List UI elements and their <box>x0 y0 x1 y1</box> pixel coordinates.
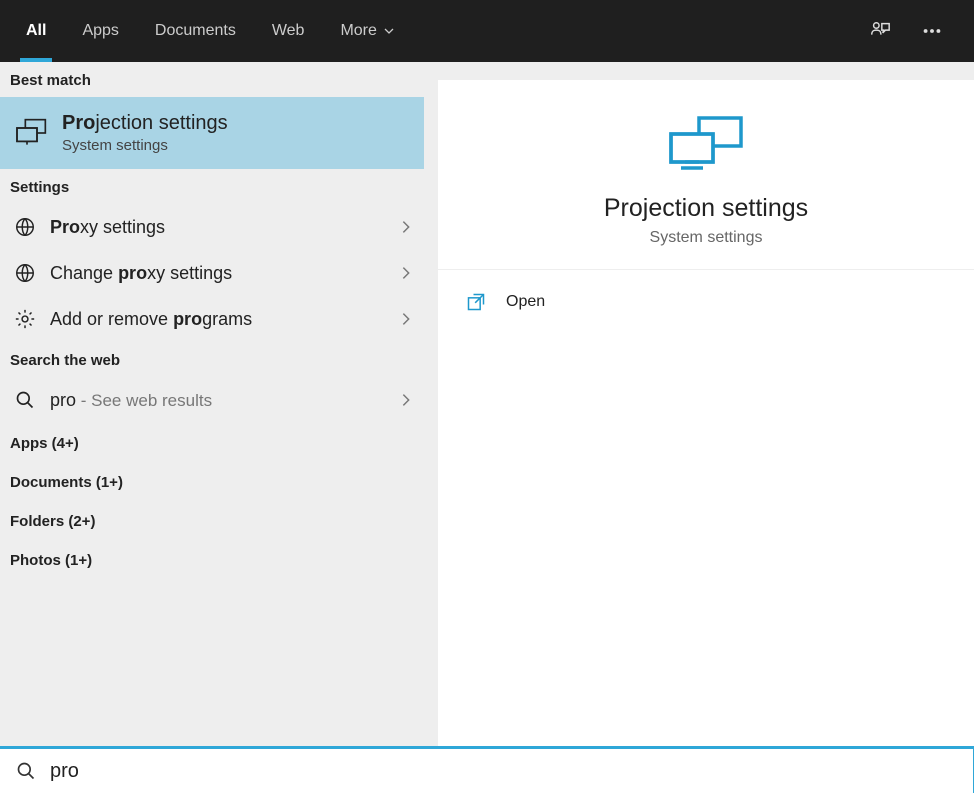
result-title: pro - See web results <box>50 390 398 411</box>
section-photos-more[interactable]: Photos (1+) <box>0 540 424 579</box>
tab-more-label: More <box>340 22 376 40</box>
section-best-match: Best match <box>0 62 424 97</box>
projection-icon <box>665 112 747 176</box>
chevron-right-icon <box>398 311 414 327</box>
globe-icon <box>10 212 40 242</box>
section-folders-more[interactable]: Folders (2+) <box>0 501 424 540</box>
tab-web[interactable]: Web <box>254 0 323 62</box>
projection-icon <box>10 111 54 155</box>
result-web-search[interactable]: pro - See web results <box>0 377 424 423</box>
chevron-right-icon <box>398 392 414 408</box>
search-tabs: All Apps Documents Web More <box>0 0 974 62</box>
chevron-down-icon <box>383 25 395 37</box>
gear-icon <box>10 304 40 334</box>
globe-icon <box>10 258 40 288</box>
more-options-icon[interactable] <box>910 9 954 53</box>
section-apps-more[interactable]: Apps (4+) <box>0 423 424 462</box>
open-icon <box>466 292 494 312</box>
action-open-label: Open <box>506 293 545 311</box>
chevron-right-icon <box>398 265 414 281</box>
search-icon <box>10 385 40 415</box>
results-pane: Best match Projection settings System se… <box>0 62 424 746</box>
action-open[interactable]: Open <box>438 276 974 328</box>
result-title: Add or remove programs <box>50 309 398 330</box>
result-change-proxy-settings[interactable]: Change proxy settings <box>0 250 424 296</box>
result-proxy-settings[interactable]: Proxy settings <box>0 204 424 250</box>
result-title: Proxy settings <box>50 217 398 238</box>
search-input[interactable] <box>50 760 957 783</box>
preview-title: Projection settings <box>604 194 808 223</box>
preview-pane: Projection settings System settings Open <box>424 62 974 746</box>
result-add-remove-programs[interactable]: Add or remove programs <box>0 296 424 342</box>
search-bar <box>0 746 974 793</box>
result-title: Change proxy settings <box>50 263 398 284</box>
section-documents-more[interactable]: Documents (1+) <box>0 462 424 501</box>
tab-all[interactable]: All <box>8 0 64 62</box>
preview-header: Projection settings System settings <box>438 80 974 269</box>
best-match-title: Projection settings <box>62 112 414 135</box>
tab-apps[interactable]: Apps <box>64 0 136 62</box>
search-icon <box>16 761 36 781</box>
chevron-right-icon <box>398 219 414 235</box>
section-search-web: Search the web <box>0 342 424 377</box>
tab-documents[interactable]: Documents <box>137 0 254 62</box>
section-settings: Settings <box>0 169 424 204</box>
tab-more[interactable]: More <box>322 0 426 62</box>
preview-subtitle: System settings <box>650 229 763 247</box>
feedback-icon[interactable] <box>858 9 902 53</box>
best-match-result[interactable]: Projection settings System settings <box>0 97 424 169</box>
best-match-subtitle: System settings <box>62 137 414 154</box>
